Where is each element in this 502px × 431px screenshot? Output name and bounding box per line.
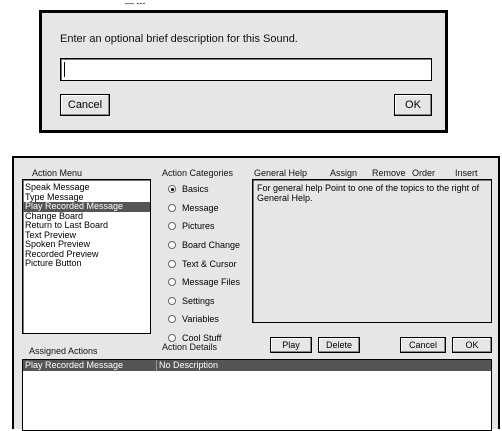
general-help-text: For general help Point to one of the top…: [257, 183, 480, 203]
category-label: Settings: [182, 295, 215, 306]
action-editor-panel: Action Menu Action Categories General He…: [12, 156, 500, 431]
assigned-action-details: No Description: [159, 360, 219, 370]
action-menu-list[interactable]: Speak Message Type Message Play Recorded…: [22, 179, 151, 334]
action-menu-item-picture-button[interactable]: Picture Button: [23, 258, 150, 269]
cancel-button[interactable]: Cancel: [400, 337, 446, 353]
ok-button[interactable]: OK: [452, 337, 492, 353]
category-message-files[interactable]: Message Files: [168, 273, 254, 292]
category-variables[interactable]: Variables: [168, 310, 254, 329]
general-help-box: For general help Point to one of the top…: [252, 179, 492, 323]
category-message[interactable]: Message: [168, 199, 254, 218]
category-text-cursor[interactable]: Text & Cursor: [168, 254, 254, 273]
insert-link[interactable]: Insert: [455, 168, 478, 178]
dialog-cancel-button[interactable]: Cancel: [60, 94, 110, 116]
category-label: Text & Cursor: [182, 258, 237, 269]
description-input[interactable]: [60, 58, 432, 81]
radio-icon[interactable]: [168, 259, 176, 268]
category-label: Variables: [182, 314, 219, 325]
assigned-action-name: Play Recorded Message: [25, 360, 124, 370]
category-board-change[interactable]: Board Change: [168, 236, 254, 255]
general-help-link[interactable]: General Help: [254, 168, 307, 178]
radio-icon[interactable]: [168, 334, 176, 343]
order-link[interactable]: Order: [412, 168, 435, 178]
category-label: Message: [182, 202, 219, 213]
assigned-actions-list[interactable]: Play Recorded Message No Description: [22, 359, 492, 431]
radio-icon[interactable]: [168, 222, 176, 231]
radio-selected-icon[interactable]: [168, 185, 176, 194]
text-caret: [64, 62, 65, 77]
action-menu-header: Action Menu: [32, 168, 83, 178]
dialog-prompt: Enter an optional brief description for …: [60, 33, 298, 45]
background-text-fragment: — ---: [125, 0, 146, 8]
play-button[interactable]: Play: [270, 337, 312, 353]
category-label: Basics: [182, 184, 209, 195]
radio-icon[interactable]: [168, 203, 176, 212]
assigned-action-row[interactable]: Play Recorded Message No Description: [23, 360, 491, 371]
radio-icon[interactable]: [168, 296, 176, 305]
category-label: Message Files: [182, 277, 241, 288]
radio-icon[interactable]: [168, 241, 176, 250]
assigned-actions-label: Assigned Actions: [29, 346, 98, 356]
remove-link[interactable]: Remove: [372, 168, 406, 178]
action-details-label: Action Details: [162, 342, 218, 352]
category-label: Pictures: [182, 221, 215, 232]
column-divider: [156, 360, 157, 371]
radio-icon[interactable]: [168, 315, 176, 324]
dialog-ok-button[interactable]: OK: [394, 94, 432, 116]
category-basics[interactable]: Basics: [168, 180, 254, 199]
action-categories-group: Basics Message Pictures Board Change Tex…: [168, 180, 254, 347]
category-pictures[interactable]: Pictures: [168, 217, 254, 236]
category-settings[interactable]: Settings: [168, 292, 254, 311]
category-label: Board Change: [182, 240, 241, 251]
assign-link[interactable]: Assign: [330, 168, 357, 178]
delete-button[interactable]: Delete: [318, 337, 360, 353]
description-dialog: Enter an optional brief description for …: [39, 10, 448, 133]
action-categories-header: Action Categories: [162, 168, 234, 178]
radio-icon[interactable]: [168, 278, 176, 287]
